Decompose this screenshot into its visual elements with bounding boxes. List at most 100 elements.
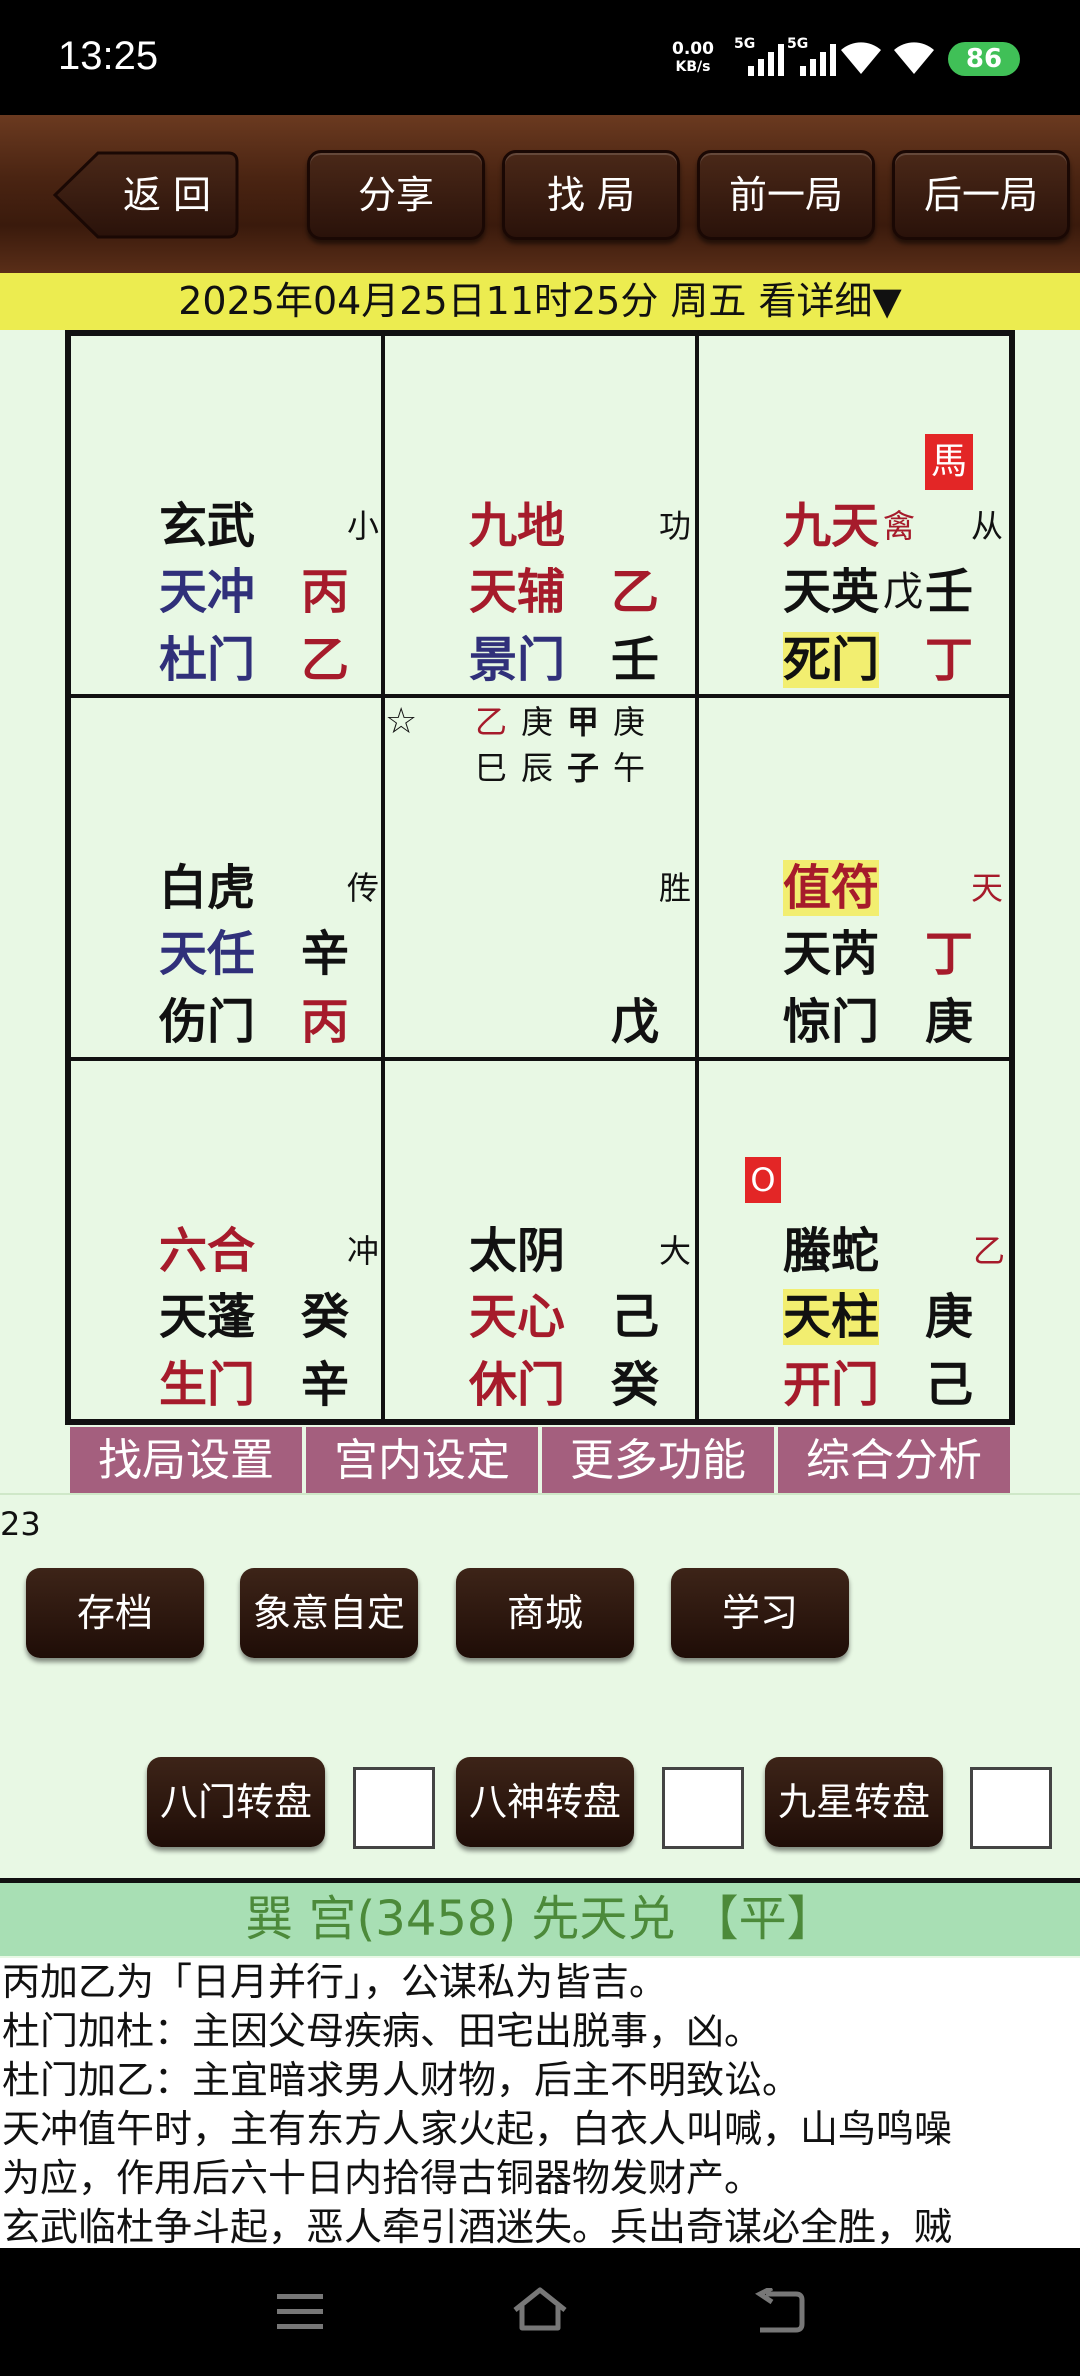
star-label: 天蓬 xyxy=(159,1288,256,1345)
door-label: 死门 xyxy=(783,632,880,688)
back-button[interactable]: 返 回 xyxy=(52,150,240,240)
palace-2[interactable]: 九地 功 天辅 乙 景门 壬 xyxy=(383,334,697,697)
interpretation-text[interactable]: 丙加乙为「日月并行」，公谋私为皆吉。 杜门加杜：主因父母疾病、田宅出脱事，凶。 … xyxy=(0,1958,1080,2248)
center-stem: 戊 xyxy=(611,994,660,1051)
wifi-icon-2 xyxy=(894,42,934,74)
pillar-stem-hour: 庚 xyxy=(613,703,646,742)
star-stem: 辛 xyxy=(301,926,350,983)
palace-3[interactable]: 馬 九天 禽 从 天英 戊 壬 死门 丁 xyxy=(697,334,1011,697)
god-label: 玄武 xyxy=(159,498,256,554)
door-stem: 乙 xyxy=(301,632,350,688)
note-label: 天 xyxy=(971,869,1004,908)
god-rotate-button[interactable]: 八神转盘 xyxy=(456,1757,634,1847)
star-rotate-checkbox[interactable] xyxy=(970,1767,1052,1849)
palace-7[interactable]: 六合 冲 天蓬 癸 生门 辛 xyxy=(69,1058,383,1421)
door-stem: 己 xyxy=(925,1356,974,1413)
toolbar: 返 回 分享 找 局 前一局 后一局 xyxy=(0,115,1080,273)
wifi-icon-1 xyxy=(841,42,881,74)
door-label: 生门 xyxy=(159,1356,256,1413)
door-stem: 丙 xyxy=(301,994,350,1051)
status-bar: 13:25 0.00 KB/s 5G 5G 86 xyxy=(0,0,1080,115)
learn-button[interactable]: 学习 xyxy=(671,1568,849,1658)
tab-palace-settings[interactable]: 宫内设定 xyxy=(306,1427,538,1495)
date-bar[interactable]: 2025年04月25日11时25分 周五 看详细▼ xyxy=(0,273,1080,330)
function-tabs: 找局设置 宫内设定 更多功能 综合分析 xyxy=(70,1427,1010,1495)
god-label: 九天 xyxy=(783,498,880,554)
text-line: 天冲值午时，主有东方人家火起，白衣人叫喊，山鸟鸣噪 xyxy=(2,2107,953,2151)
pillar-branch-month: 辰 xyxy=(521,749,554,788)
back-nav-icon[interactable] xyxy=(752,2288,806,2336)
door-stem: 丁 xyxy=(925,632,974,688)
note-label: 冲 xyxy=(347,1231,380,1270)
signal-2-icon xyxy=(800,44,836,76)
palace-9[interactable]: O 螣蛇 乙 天柱 庚 开门 己 xyxy=(697,1058,1011,1421)
net-speed: 0.00 KB/s xyxy=(672,39,714,76)
note-label: 大 xyxy=(659,1231,692,1270)
star-mid: 戊 xyxy=(883,569,923,615)
back-label: 返 回 xyxy=(122,173,212,217)
door-label: 开门 xyxy=(783,1356,880,1413)
star-label: 天心 xyxy=(469,1288,566,1345)
pillar-branch-hour: 午 xyxy=(613,749,646,788)
door-rotate-button[interactable]: 八门转盘 xyxy=(147,1757,325,1847)
note-label: 小 xyxy=(347,507,380,545)
palace-6[interactable]: 值符 天 天芮 丁 惊门 庚 xyxy=(697,696,1011,1059)
note-label: 胜 xyxy=(659,869,692,908)
palace-5-center[interactable]: ☆ 乙 庚 甲 庚 巳 辰 子 午 胜 戊 xyxy=(383,696,697,1059)
god-label: 白虎 xyxy=(159,860,256,917)
text-line: 杜门加杜：主因父母疾病、田宅出脱事，凶。 xyxy=(2,2009,763,2053)
star-stem: 己 xyxy=(611,1288,660,1345)
palace-8[interactable]: 太阴 大 天心 己 休门 癸 xyxy=(383,1058,697,1421)
star-rotate-button[interactable]: 九星转盘 xyxy=(765,1757,943,1847)
door-label: 伤门 xyxy=(159,994,256,1051)
share-button[interactable]: 分享 xyxy=(307,150,485,240)
note-label: 乙 xyxy=(973,1231,1006,1270)
text-line: 丙加乙为「日月并行」，公谋私为皆吉。 xyxy=(2,1960,668,2004)
door-rotate-checkbox[interactable] xyxy=(353,1767,435,1849)
text-line: 玄武临杜争斗起，恶人牵引酒迷失。兵出奇谋必全胜，贼 xyxy=(2,2205,953,2248)
god-label: 值符 xyxy=(783,860,880,917)
battery-indicator: 86 xyxy=(948,42,1020,76)
door-stem: 壬 xyxy=(611,632,660,688)
tab-more-functions[interactable]: 更多功能 xyxy=(542,1427,774,1495)
god-extra: 禽 xyxy=(883,507,916,545)
star-label: 天柱 xyxy=(783,1288,880,1345)
star-stem: 壬 xyxy=(925,564,974,620)
star-label: 天英 xyxy=(783,564,880,620)
star-label: 天芮 xyxy=(783,926,880,983)
god-label: 螣蛇 xyxy=(783,1222,880,1279)
star-label: 天辅 xyxy=(469,564,566,620)
shop-button[interactable]: 商城 xyxy=(456,1568,634,1658)
door-stem: 庚 xyxy=(925,994,974,1051)
panel-title: 巽 宫(3458) 先天兑 【平】 xyxy=(0,1883,1080,1956)
note-label: 传 xyxy=(347,869,380,908)
star-marker-icon: ☆ xyxy=(385,701,418,743)
pillar-branch-year: 巳 xyxy=(475,749,508,788)
system-nav-bar xyxy=(0,2248,1080,2376)
find-button[interactable]: 找 局 xyxy=(502,150,680,240)
home-icon[interactable] xyxy=(510,2284,570,2336)
door-stem: 辛 xyxy=(301,1356,350,1413)
prev-button[interactable]: 前一局 xyxy=(697,150,875,240)
palace-1[interactable]: 玄武 小 天冲 丙 杜门 乙 xyxy=(69,334,383,697)
star-stem: 癸 xyxy=(301,1288,350,1345)
note-label: 功 xyxy=(659,507,692,545)
text-line: 杜门加乙：主宜暗求男人财物，后主不明致讼。 xyxy=(2,2058,801,2102)
god-rotate-checkbox[interactable] xyxy=(662,1767,744,1849)
door-label: 惊门 xyxy=(783,994,880,1051)
custom-meaning-button[interactable]: 象意自定 xyxy=(240,1568,418,1658)
note-label: 从 xyxy=(971,507,1004,545)
pillar-stem-day: 甲 xyxy=(567,703,600,742)
next-button[interactable]: 后一局 xyxy=(892,150,1070,240)
save-button[interactable]: 存档 xyxy=(26,1568,204,1658)
tab-find-settings[interactable]: 找局设置 xyxy=(70,1427,302,1495)
palace-4[interactable]: 白虎 传 天任 辛 伤门 丙 xyxy=(69,696,383,1059)
star-stem: 丁 xyxy=(925,926,974,983)
star-stem: 庚 xyxy=(925,1288,974,1345)
pillar-stem-month: 庚 xyxy=(521,703,554,742)
star-stem: 丙 xyxy=(301,564,350,620)
god-label: 太阴 xyxy=(469,1222,566,1279)
menu-icon[interactable] xyxy=(275,2290,325,2334)
signal-1-icon xyxy=(748,44,784,76)
tab-analysis[interactable]: 综合分析 xyxy=(778,1427,1010,1495)
